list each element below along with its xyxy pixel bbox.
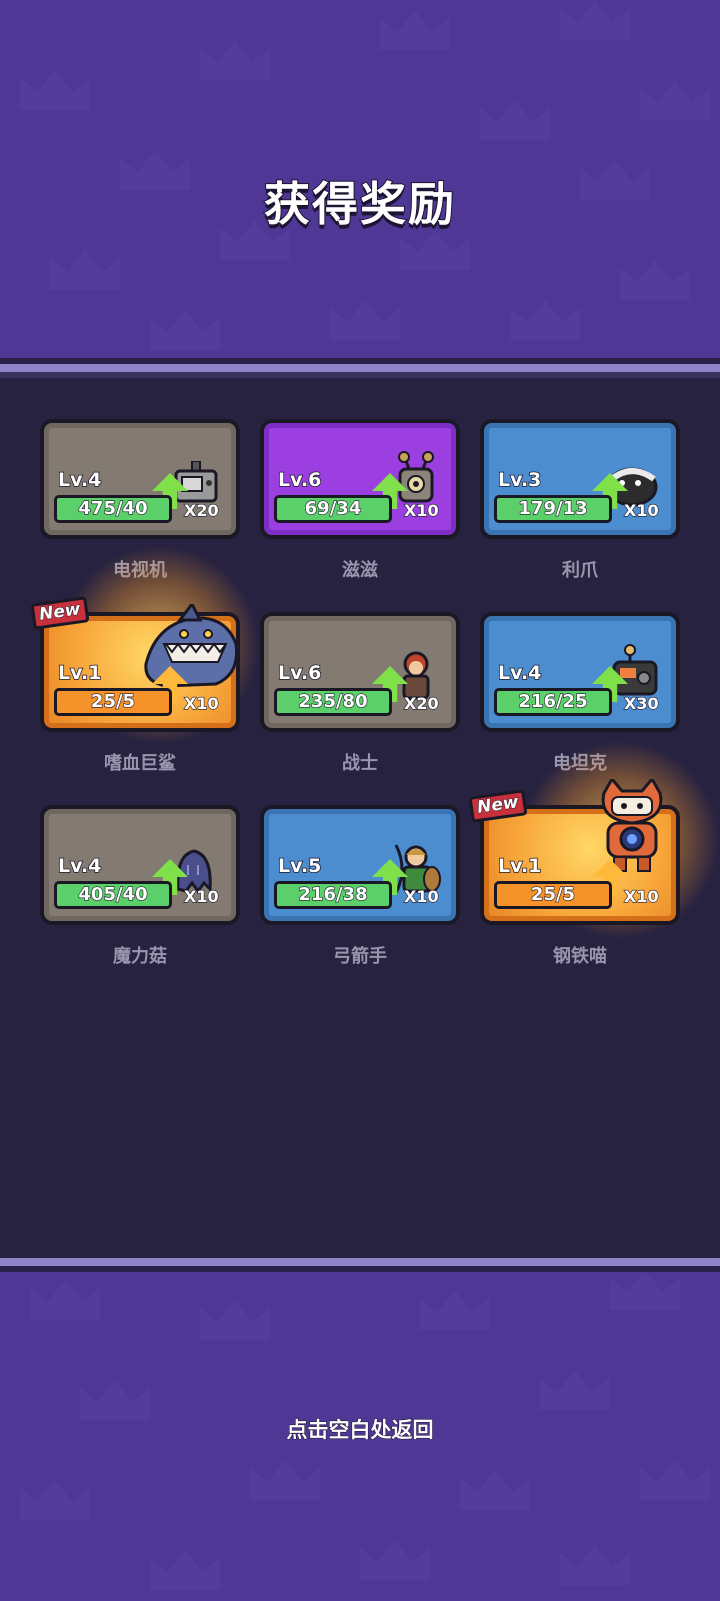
- level-label: Lv.3: [497, 468, 542, 492]
- progress-bar: 25/5: [494, 881, 612, 909]
- reward-name: 钢铁喵: [553, 946, 607, 967]
- reward-name: 魔力菇: [113, 946, 167, 967]
- progress-bar: 179/13: [494, 495, 612, 523]
- count-label: X10: [183, 886, 219, 906]
- progress-bar: 25/5: [54, 688, 172, 716]
- count-label: X10: [403, 500, 439, 520]
- reward-card[interactable]: Lv.6 235/80 X20: [260, 612, 460, 732]
- level-label: Lv.4: [497, 661, 542, 685]
- count-label: X30: [623, 693, 659, 713]
- count-label: X10: [623, 500, 659, 520]
- reward-name: 嗜血巨鲨: [104, 753, 176, 774]
- level-label: Lv.6: [277, 468, 322, 492]
- reward-card[interactable]: Lv.1 25/5 X10: [480, 779, 680, 925]
- count-label: X20: [183, 500, 219, 520]
- shark-icon: [144, 604, 239, 688]
- level-label: Lv.1: [497, 854, 542, 878]
- count-label: X10: [183, 693, 219, 713]
- reward-name: 滋滋: [342, 560, 378, 581]
- reward-title: 获得奖励: [263, 176, 456, 232]
- progress-bar: 235/80: [274, 688, 392, 716]
- iron-cat-icon: [601, 779, 663, 872]
- progress-bar: 475/40: [54, 495, 172, 523]
- antenna-robot-icon: [398, 451, 434, 503]
- progress-bar: 405/40: [54, 881, 172, 909]
- tank-icon: [612, 644, 658, 696]
- reward-card[interactable]: Lv.4 475/40 X20: [40, 419, 240, 539]
- reward-card[interactable]: Lv.4 405/40 X10: [40, 805, 240, 925]
- tap-to-return-hint[interactable]: 点击空白处返回: [0, 1414, 720, 1444]
- level-label: Lv.4: [57, 854, 102, 878]
- progress-bar: 69/34: [274, 495, 392, 523]
- count-label: X10: [623, 886, 659, 906]
- progress-bar: 216/25: [494, 688, 612, 716]
- progress-bar: 216/38: [274, 881, 392, 909]
- reward-card[interactable]: Lv.3 179/13 X10: [480, 419, 680, 539]
- count-label: X20: [403, 693, 439, 713]
- reward-name: 战士: [342, 753, 378, 774]
- reward-name: 利爪: [562, 560, 598, 581]
- level-label: Lv.5: [277, 854, 322, 878]
- reward-card[interactable]: Lv.5 216/38 X10: [260, 805, 460, 925]
- reward-card[interactable]: Lv.6 69/34 X10: [260, 419, 460, 539]
- reward-card[interactable]: Lv.1 25/5 X10: [40, 604, 240, 732]
- count-label: X10: [403, 886, 439, 906]
- reward-name: 弓箭手: [333, 946, 387, 967]
- level-label: Lv.4: [57, 468, 102, 492]
- level-label: Lv.1: [57, 661, 102, 685]
- level-label: Lv.6: [277, 661, 322, 685]
- reward-card[interactable]: Lv.4 216/25 X30: [480, 612, 680, 732]
